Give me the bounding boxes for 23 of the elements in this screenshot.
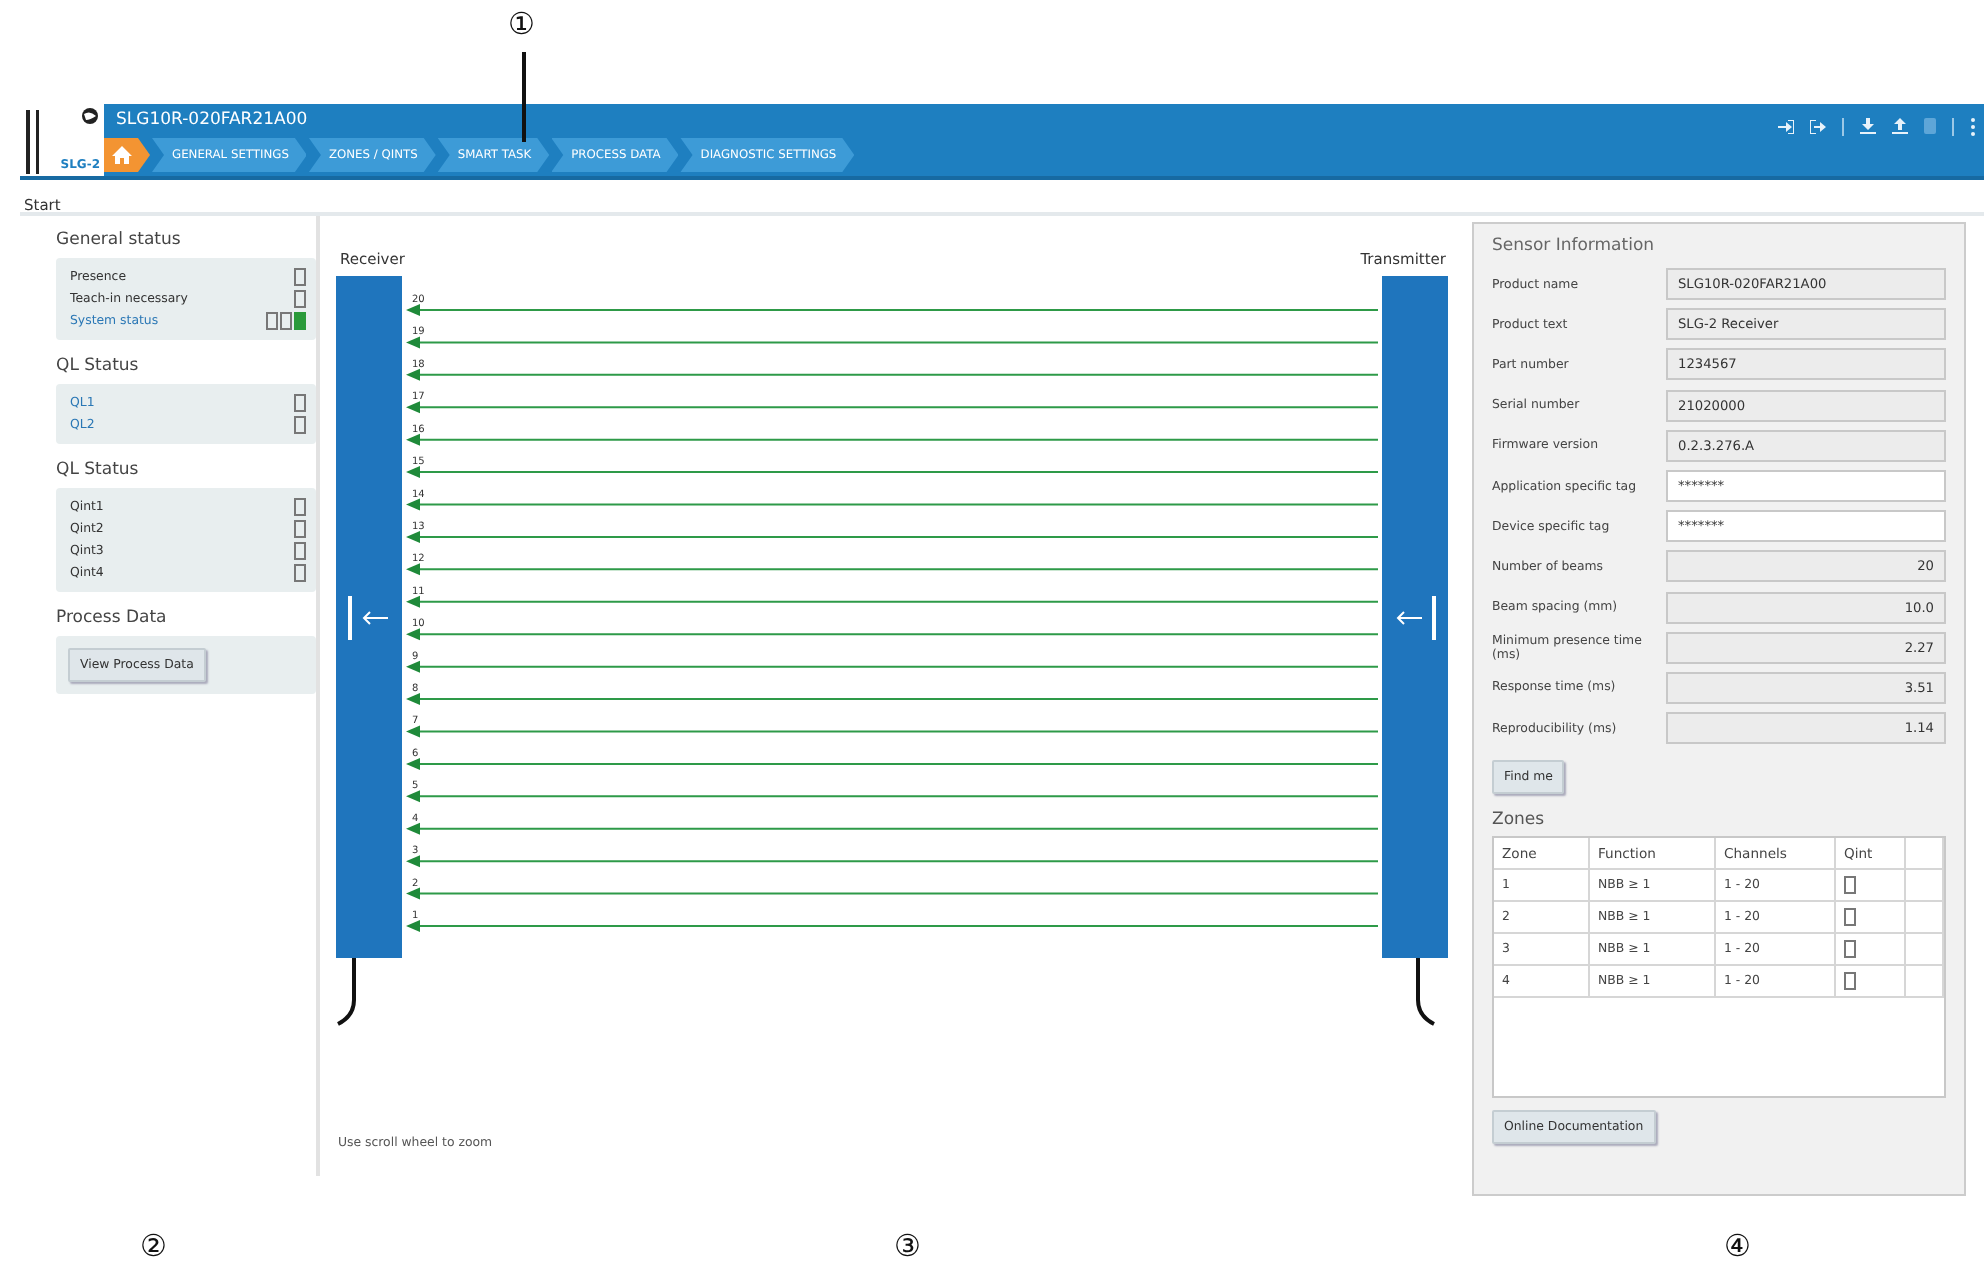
section-title: Zones <box>1492 810 1547 831</box>
download-icon[interactable] <box>1860 118 1876 134</box>
home-tab[interactable] <box>104 138 150 172</box>
section-title: QL Status <box>56 460 141 480</box>
cable-drawing <box>337 958 356 1026</box>
section-title: QL Status <box>56 356 141 376</box>
device-title: SLG10R-020FAR21A00 <box>114 108 310 134</box>
login-icon[interactable] <box>1778 119 1794 133</box>
cable-drawing <box>1416 958 1435 1026</box>
callout-number: ③ <box>894 1228 921 1264</box>
bars-icon <box>26 110 42 174</box>
section-title: Process Data <box>56 608 169 628</box>
panel-title: Sensor Information <box>1492 236 1657 256</box>
table-cell <box>1906 838 1944 871</box>
logout-icon[interactable] <box>1810 119 1826 133</box>
home-icon <box>112 146 132 164</box>
upload-icon[interactable] <box>1892 118 1908 134</box>
more-icon[interactable] <box>1970 117 1976 135</box>
leader-line <box>522 52 526 142</box>
section-title: General status <box>56 230 183 250</box>
callout-number: ② <box>140 1228 167 1264</box>
callout-number: ① <box>508 6 535 42</box>
callout-number: ④ <box>1724 1228 1751 1264</box>
